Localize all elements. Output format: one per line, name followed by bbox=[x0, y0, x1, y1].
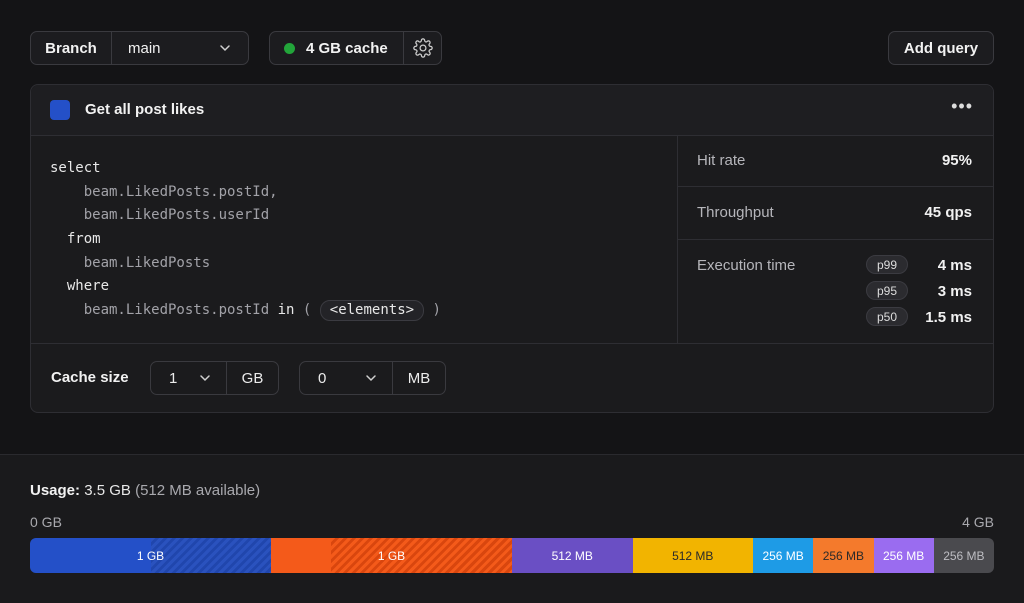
code-token: ( bbox=[302, 302, 312, 319]
usage-label: Usage: bbox=[30, 482, 81, 499]
code-line: beam.LikedPosts.postId, bbox=[50, 181, 441, 205]
usage-max-label: 4 GB bbox=[962, 514, 994, 530]
code-placeholder-chip[interactable]: <elements> bbox=[319, 300, 425, 322]
cache-size-label: Cache size bbox=[51, 369, 129, 386]
usage-segment-hatch bbox=[331, 538, 512, 573]
usage-panel: Usage: 3.5 GB (512 MB available) 0 GB 4 … bbox=[0, 454, 1024, 603]
usage-segment-label: 512 MB bbox=[551, 548, 593, 563]
usage-segment[interactable]: 256 MB bbox=[873, 538, 934, 573]
query-color-swatch[interactable] bbox=[50, 100, 70, 120]
usage-segment-label: 1 GB bbox=[377, 548, 406, 563]
more-options-icon[interactable]: ••• bbox=[951, 96, 973, 117]
usage-segment[interactable]: 512 MB bbox=[632, 538, 753, 573]
usage-segment-label: 512 MB bbox=[672, 548, 714, 563]
usage-segment[interactable]: 512 MB bbox=[512, 538, 633, 573]
branch-selector[interactable]: Branch main bbox=[30, 31, 249, 65]
stat-execution-time: Execution time p99 4 ms p95 3 ms p50 1.5… bbox=[678, 240, 993, 343]
usage-segment-label: 256 MB bbox=[943, 548, 985, 563]
code-token: select bbox=[50, 160, 101, 176]
code-token: beam.LikedPosts.postId bbox=[83, 302, 270, 319]
usage-segment-label: 1 GB bbox=[136, 548, 165, 563]
stat-throughput: Throughput 45 qps bbox=[678, 187, 993, 240]
usage-segment[interactable]: 256 MB bbox=[753, 538, 814, 573]
usage-amount: 3.5 GB bbox=[84, 482, 131, 499]
usage-segment-label: 256 MB bbox=[762, 548, 804, 563]
percentile-value: 4 ms bbox=[937, 257, 972, 274]
hit-rate-label: Hit rate bbox=[697, 152, 746, 169]
percentile-badge: p95 bbox=[866, 281, 908, 300]
code-line: where bbox=[50, 275, 441, 299]
hit-rate-value: 95% bbox=[941, 152, 972, 169]
usage-min-label: 0 GB bbox=[30, 514, 62, 530]
chevron-down-icon bbox=[220, 45, 230, 52]
add-query-button[interactable]: Add query bbox=[888, 31, 994, 65]
code-line: beam.LikedPosts.userId bbox=[50, 204, 441, 228]
code-token: beam.LikedPosts.userId bbox=[83, 207, 270, 224]
query-title: Get all post likes bbox=[85, 101, 205, 118]
usage-segment[interactable]: 256 MB bbox=[933, 538, 994, 573]
divider bbox=[31, 343, 993, 344]
throughput-label: Throughput bbox=[697, 204, 774, 221]
code-token: beam.LikedPosts bbox=[83, 254, 211, 271]
usage-segment-label: 256 MB bbox=[882, 548, 925, 563]
usage-segment[interactable]: 1 GB bbox=[30, 538, 271, 573]
query-code: select beam.LikedPosts.postId, beam.Like… bbox=[50, 157, 441, 323]
percentile-badge: p50 bbox=[866, 307, 908, 326]
cache-label: 4 GB cache bbox=[306, 39, 388, 57]
usage-available: (512 MB available) bbox=[135, 482, 261, 499]
usage-segment[interactable]: 1 GB bbox=[271, 538, 512, 573]
branch-label: Branch bbox=[31, 32, 112, 64]
usage-segment-hatch bbox=[150, 538, 271, 573]
percentile-badge: p99 bbox=[866, 255, 908, 274]
gear-icon bbox=[412, 38, 433, 58]
percentile-value: 1.5 ms bbox=[925, 309, 972, 326]
code-token: in bbox=[277, 302, 295, 319]
code-token: where bbox=[66, 278, 110, 295]
gb-value: 1 bbox=[169, 369, 178, 387]
mb-dropdown[interactable]: 0 bbox=[300, 362, 393, 394]
cache-size-mb-select[interactable]: 0 MB bbox=[299, 361, 446, 395]
mb-unit: MB bbox=[407, 369, 431, 387]
throughput-value: 45 qps bbox=[924, 204, 972, 221]
mb-value: 0 bbox=[318, 369, 327, 387]
code-token: from bbox=[66, 231, 101, 248]
code-token: beam.LikedPosts.postId, bbox=[83, 183, 278, 200]
branch-value: main bbox=[128, 39, 161, 57]
usage-bar: 1 GB 1 GB 512 MB 512 MB 256 MB 256 MB 256 MB 25… bbox=[30, 538, 994, 573]
chevron-down-icon bbox=[200, 375, 210, 382]
usage-summary: Usage: 3.5 GB (512 MB available) bbox=[30, 482, 260, 499]
code-line: beam.LikedPosts bbox=[50, 252, 441, 276]
code-line: from bbox=[50, 228, 441, 252]
branch-dropdown[interactable]: main bbox=[112, 40, 248, 57]
chevron-down-icon bbox=[366, 375, 376, 382]
usage-segment[interactable]: 256 MB bbox=[813, 538, 874, 573]
execution-time-label: Execution time bbox=[697, 257, 796, 274]
cache-settings-button[interactable] bbox=[404, 38, 441, 58]
cache-button[interactable]: 4 GB cache bbox=[270, 32, 404, 64]
query-card-header: Get all post likes ••• bbox=[31, 85, 993, 136]
stat-hit-rate: Hit rate 95% bbox=[678, 135, 993, 187]
cache-size-gb-select[interactable]: 1 GB bbox=[150, 361, 279, 395]
percentile-value: 3 ms bbox=[937, 283, 972, 300]
code-line: beam.LikedPosts.postId in ( <elements> ) bbox=[50, 299, 441, 323]
code-line: select bbox=[50, 157, 441, 181]
gb-unit: GB bbox=[241, 369, 264, 387]
cache-control: 4 GB cache bbox=[269, 31, 442, 65]
code-token: ) bbox=[432, 302, 441, 319]
gb-dropdown[interactable]: 1 bbox=[151, 362, 227, 394]
query-card: Get all post likes ••• select beam.Liked… bbox=[30, 84, 994, 413]
usage-segment-label: 256 MB bbox=[822, 548, 865, 563]
cache-status-dot bbox=[284, 42, 295, 54]
